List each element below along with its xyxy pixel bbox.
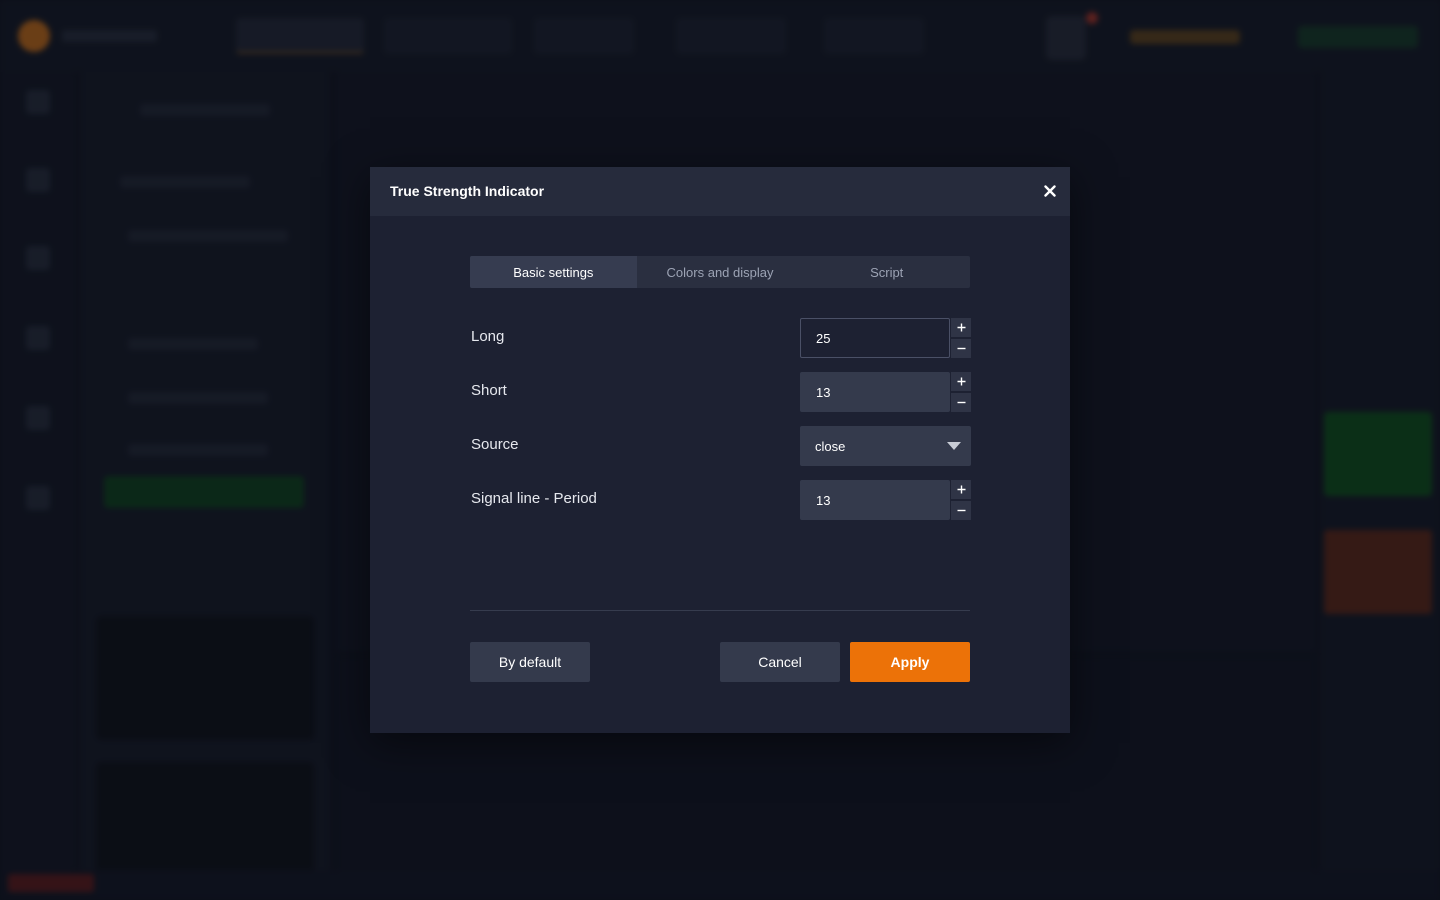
source-select[interactable]: close xyxy=(800,426,971,466)
short-label: Short xyxy=(471,382,507,399)
short-decrement-button[interactable] xyxy=(951,393,971,412)
signal-period-label: Signal line - Period xyxy=(471,490,597,507)
cancel-button[interactable]: Cancel xyxy=(720,642,840,682)
indicator-settings-dialog: True Strength Indicator Basic settings C… xyxy=(370,167,1070,733)
long-input[interactable] xyxy=(800,318,950,358)
minus-icon xyxy=(957,509,965,512)
apply-button[interactable]: Apply xyxy=(850,642,970,682)
source-label: Source xyxy=(471,436,519,453)
dialog-title: True Strength Indicator xyxy=(390,183,545,199)
plus-icon xyxy=(957,377,965,386)
tab-basic-settings[interactable]: Basic settings xyxy=(470,256,637,288)
signal-period-decrement-button[interactable] xyxy=(951,501,971,520)
plus-icon xyxy=(957,323,965,332)
chevron-down-icon xyxy=(947,442,961,450)
signal-period-input[interactable] xyxy=(800,480,950,520)
close-icon xyxy=(1044,185,1056,197)
plus-icon xyxy=(957,485,965,494)
long-increment-button[interactable] xyxy=(951,318,971,337)
dialog-header: True Strength Indicator xyxy=(370,167,1070,216)
tab-script[interactable]: Script xyxy=(803,256,970,288)
long-decrement-button[interactable] xyxy=(951,339,971,358)
minus-icon xyxy=(957,401,965,404)
by-default-button[interactable]: By default xyxy=(470,642,590,682)
signal-period-increment-button[interactable] xyxy=(951,480,971,499)
short-increment-button[interactable] xyxy=(951,372,971,391)
long-label: Long xyxy=(471,328,505,345)
close-button[interactable] xyxy=(1040,181,1060,201)
divider xyxy=(470,610,970,611)
tab-colors-and-display[interactable]: Colors and display xyxy=(637,256,804,288)
short-input[interactable] xyxy=(800,372,950,412)
minus-icon xyxy=(957,347,965,350)
source-select-value: close xyxy=(815,439,846,454)
settings-tabs: Basic settings Colors and display Script xyxy=(470,256,970,288)
